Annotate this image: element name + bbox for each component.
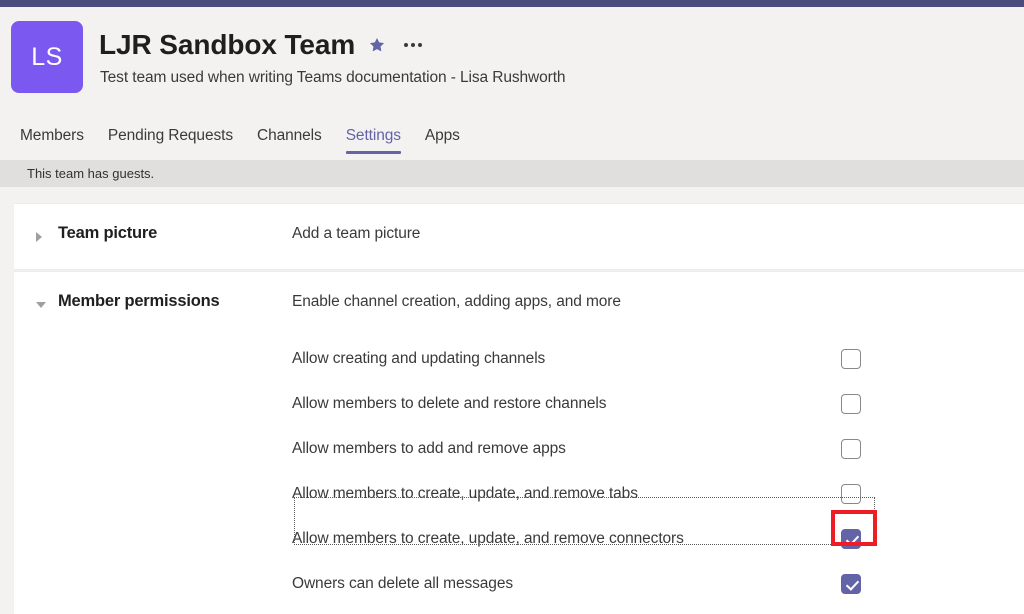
tab-apps[interactable]: Apps [413, 126, 472, 154]
tab-settings[interactable]: Settings [334, 126, 413, 154]
section-title: Team picture [58, 224, 158, 242]
team-tabbar: Members Pending Requests Channels Settin… [0, 126, 1024, 160]
permission-checkbox[interactable] [841, 439, 861, 459]
permission-checkbox[interactable] [841, 394, 861, 414]
section-team-picture[interactable]: Team picture Add a team picture [14, 203, 1024, 270]
star-icon[interactable] [368, 36, 386, 54]
section-description: Add a team picture [292, 225, 421, 242]
permission-row-create-update-remove-connectors[interactable]: Allow members to create, update, and rem… [14, 519, 1024, 564]
tab-list: Members Pending Requests Channels Settin… [8, 126, 472, 154]
chevron-right-icon[interactable] [36, 232, 42, 242]
permission-list: Allow creating and updating channels All… [14, 339, 1024, 614]
chevron-down-icon[interactable] [36, 302, 46, 308]
permission-row-create-update-remove-tabs[interactable]: Allow members to create, update, and rem… [14, 474, 1024, 519]
teams-team-settings-window: LS LJR Sandbox Team Test team used when … [0, 0, 1024, 614]
permission-label: Allow members to delete and restore chan… [292, 395, 607, 412]
ellipsis-dot [411, 43, 416, 48]
window-titlebar [0, 0, 1024, 7]
section-title: Member permissions [58, 292, 220, 310]
guest-banner-text: This team has guests. [27, 166, 155, 181]
permission-checkbox[interactable] [841, 484, 861, 504]
permission-label: Allow creating and updating channels [292, 350, 546, 367]
section-header[interactable]: Member permissions Enable channel creati… [14, 272, 1024, 339]
permission-checkbox[interactable] [841, 529, 861, 549]
permission-label: Allow members to create, update, and rem… [292, 530, 684, 547]
tab-channels[interactable]: Channels [245, 126, 334, 154]
permission-label: Allow members to create, update, and rem… [292, 485, 638, 502]
guest-banner: This team has guests. [0, 160, 1024, 187]
settings-content: Team picture Add a team picture Member p… [0, 187, 1024, 614]
section-header[interactable]: Team picture Add a team picture [14, 204, 1024, 271]
team-subtitle: Test team used when writing Teams docume… [100, 69, 566, 86]
ellipsis-dot [404, 43, 409, 48]
section-description: Enable channel creation, adding apps, an… [292, 293, 621, 310]
permission-checkbox[interactable] [841, 349, 861, 369]
team-header: LS LJR Sandbox Team Test team used when … [0, 7, 1024, 120]
tab-members[interactable]: Members [8, 126, 96, 154]
team-name: LJR Sandbox Team [99, 29, 356, 60]
permission-row-add-remove-apps[interactable]: Allow members to add and remove apps [14, 429, 1024, 474]
ellipsis-dot [418, 43, 423, 48]
permission-checkbox[interactable] [841, 574, 861, 594]
ellipsis-icon[interactable] [402, 39, 424, 51]
section-member-permissions: Member permissions Enable channel creati… [14, 271, 1024, 614]
permission-row-partial[interactable] [14, 609, 1024, 614]
permission-label: Allow members to add and remove apps [292, 440, 566, 457]
team-title-row: LJR Sandbox Team [99, 29, 424, 61]
team-avatar-initials: LS [31, 42, 63, 71]
permission-row-owners-delete-all-messages[interactable]: Owners can delete all messages [14, 564, 1024, 609]
permission-label: Owners can delete all messages [292, 575, 514, 592]
permission-row-creating-updating-channels[interactable]: Allow creating and updating channels [14, 339, 1024, 384]
team-avatar: LS [11, 21, 83, 93]
tab-pending-requests[interactable]: Pending Requests [96, 126, 245, 154]
permission-row-delete-restore-channels[interactable]: Allow members to delete and restore chan… [14, 384, 1024, 429]
